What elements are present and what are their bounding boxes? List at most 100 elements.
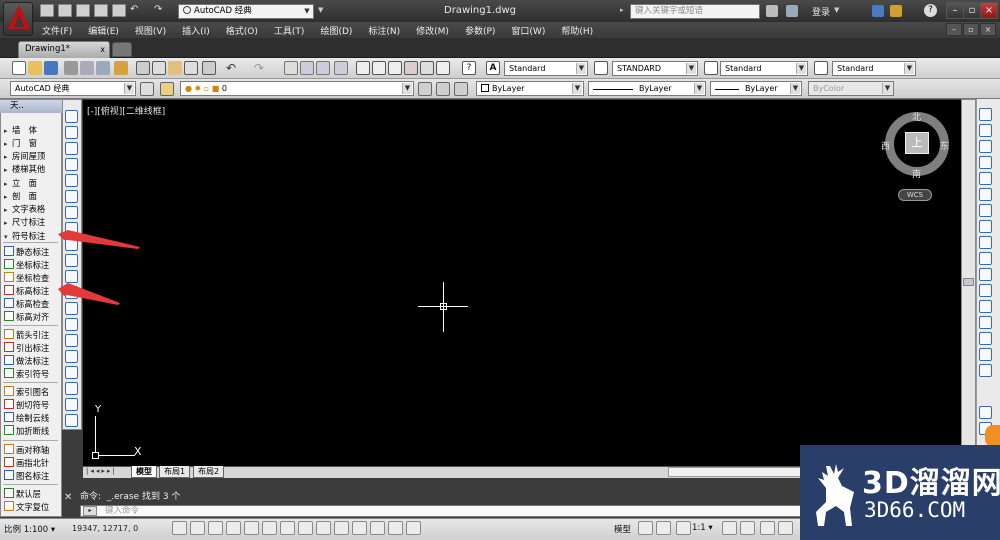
explode-icon[interactable]	[979, 364, 992, 377]
add-selected-icon[interactable]	[65, 414, 78, 427]
publish-icon[interactable]	[96, 61, 110, 75]
palette-item[interactable]: ▸ 房间屋顶	[4, 150, 45, 163]
fillet-icon[interactable]	[979, 348, 992, 361]
doc-restore-button[interactable]: ▫	[963, 23, 979, 36]
menu-insert[interactable]: 插入(I)	[174, 22, 218, 38]
pan-status-icon[interactable]	[676, 521, 691, 535]
menu-tools[interactable]: 工具(T)	[266, 22, 313, 38]
save-icon[interactable]	[76, 4, 90, 17]
model-space-button[interactable]: 模型	[614, 523, 631, 535]
join-icon[interactable]	[979, 316, 992, 329]
menu-parameters[interactable]: 参数(P)	[457, 22, 503, 38]
menu-file[interactable]: 文件(F)	[34, 22, 80, 38]
auto-scale-icon[interactable]	[740, 521, 755, 535]
star-icon[interactable]	[890, 5, 902, 17]
tab-drawing1[interactable]: Drawing1* x	[18, 41, 110, 58]
point-icon[interactable]	[65, 318, 78, 331]
ducs-toggle-icon[interactable]	[298, 521, 313, 535]
workspace-settings-icon[interactable]	[140, 82, 154, 96]
maximize-button[interactable]: ▫	[963, 2, 981, 19]
gradient-icon[interactable]	[65, 350, 78, 363]
break-at-point-icon[interactable]	[979, 284, 992, 297]
otrack-toggle-icon[interactable]	[280, 521, 295, 535]
copy-icon[interactable]	[152, 61, 166, 75]
mleader-style-select[interactable]: Standard ▼	[832, 61, 916, 76]
palette-item[interactable]: 标高对齐	[4, 311, 49, 324]
lineweight-select[interactable]: ByLayer ▼	[710, 81, 802, 96]
login-link[interactable]: 登录	[812, 5, 830, 18]
new-tab-button[interactable]	[112, 42, 132, 57]
palette-item[interactable]: 加折断线	[4, 425, 49, 438]
sc-toggle-icon[interactable]	[388, 521, 403, 535]
pan-icon[interactable]	[284, 61, 298, 75]
close-button[interactable]: ×	[980, 2, 998, 19]
annotation-scale-status[interactable]: 1:1 ▾	[692, 523, 713, 533]
zoom-realtime-icon[interactable]	[300, 61, 314, 75]
palette-item[interactable]: ▸ 立 面	[4, 177, 37, 190]
viewport-controls-label[interactable]: [-][俯视][二维线框]	[87, 104, 165, 117]
coordinate-display[interactable]: 19347, 12717, 0	[72, 524, 138, 533]
palette-item[interactable]: ▸ 门 窗	[4, 137, 37, 150]
dim-style-select[interactable]: STANDARD ▼	[612, 61, 698, 76]
stretch-icon[interactable]	[979, 236, 992, 249]
multiline-text-icon[interactable]	[65, 398, 78, 411]
calculator-icon[interactable]	[436, 61, 450, 75]
undo-icon[interactable]: ↶	[130, 4, 138, 15]
layout-nav-arrows-icon[interactable]: |◂◂▸▸|	[86, 467, 130, 477]
markup-icon[interactable]	[420, 61, 434, 75]
palette-item[interactable]: 坐标检查	[4, 272, 49, 285]
arc-icon[interactable]	[65, 190, 78, 203]
open-file-icon[interactable]	[58, 4, 72, 17]
copy-object-icon[interactable]	[979, 124, 992, 137]
layer-select[interactable]: ● ✹ ▫ ■ 0 ▼	[180, 81, 414, 96]
tab-layout2[interactable]: 布局2	[193, 466, 225, 478]
matchprop-icon[interactable]	[184, 61, 198, 75]
palette-item[interactable]: 标高检查	[4, 298, 49, 311]
workspace-select[interactable]: AutoCAD 经典 ▼	[178, 4, 314, 19]
qnew-icon[interactable]	[12, 61, 26, 75]
palette-item[interactable]: 索引符号	[4, 368, 49, 381]
preview-icon[interactable]	[80, 61, 94, 75]
quick-view-drawings-icon[interactable]	[656, 521, 671, 535]
table-style-select[interactable]: Standard ▼	[720, 61, 808, 76]
tab-model[interactable]: 模型	[131, 466, 157, 478]
palette-item[interactable]: 绘制云线	[4, 412, 49, 425]
menu-draw[interactable]: 绘图(D)	[312, 22, 360, 38]
palette-item[interactable]: 坐标标注	[4, 259, 49, 272]
expand-icon[interactable]: ▸	[620, 6, 624, 14]
ellipse-arc-icon[interactable]	[65, 270, 78, 283]
zoom-window-icon[interactable]	[316, 61, 330, 75]
close-command-icon[interactable]: ✕	[64, 492, 72, 503]
region-icon[interactable]	[65, 366, 78, 379]
palette-item[interactable]: ▸ 尺寸标注	[4, 216, 45, 229]
array-icon[interactable]	[979, 172, 992, 185]
workspace-switching-icon[interactable]	[760, 521, 775, 535]
palette-item[interactable]: ▸ 楼梯其他	[4, 163, 45, 176]
am-toggle-icon[interactable]	[406, 521, 421, 535]
command-prompt-icon[interactable]: ▸	[83, 506, 97, 516]
compass-north[interactable]: 北	[912, 110, 921, 123]
sheet-set-icon[interactable]	[404, 61, 418, 75]
3dosnap-toggle-icon[interactable]	[262, 521, 277, 535]
hatch-icon[interactable]	[65, 334, 78, 347]
scale-icon[interactable]	[979, 220, 992, 233]
palette-item[interactable]: ▸ 墙 体	[4, 124, 37, 137]
construction-line-icon[interactable]	[65, 126, 78, 139]
offset-icon[interactable]	[979, 156, 992, 169]
design-center-icon[interactable]	[372, 61, 386, 75]
dyn-toggle-icon[interactable]	[316, 521, 331, 535]
close-tab-icon[interactable]: x	[100, 42, 105, 57]
workspace-toolbar-select[interactable]: AutoCAD 经典 ▼	[10, 81, 136, 96]
layer-state-icon[interactable]	[454, 82, 468, 96]
color-select[interactable]: ByLayer ▼	[476, 81, 584, 96]
line-icon[interactable]	[65, 110, 78, 123]
tpy-toggle-icon[interactable]	[352, 521, 367, 535]
move-icon[interactable]	[979, 188, 992, 201]
palette-item[interactable]: 默认层	[4, 488, 41, 501]
viewcube-top-face[interactable]: 上	[905, 132, 929, 154]
palette-item[interactable]: 画指北针	[4, 457, 49, 470]
tool-palettes-icon[interactable]	[388, 61, 402, 75]
search-input[interactable]: 键入关键字或短语	[630, 4, 760, 19]
layer-properties-icon[interactable]	[160, 82, 174, 96]
compass-south[interactable]: 南	[912, 167, 921, 180]
